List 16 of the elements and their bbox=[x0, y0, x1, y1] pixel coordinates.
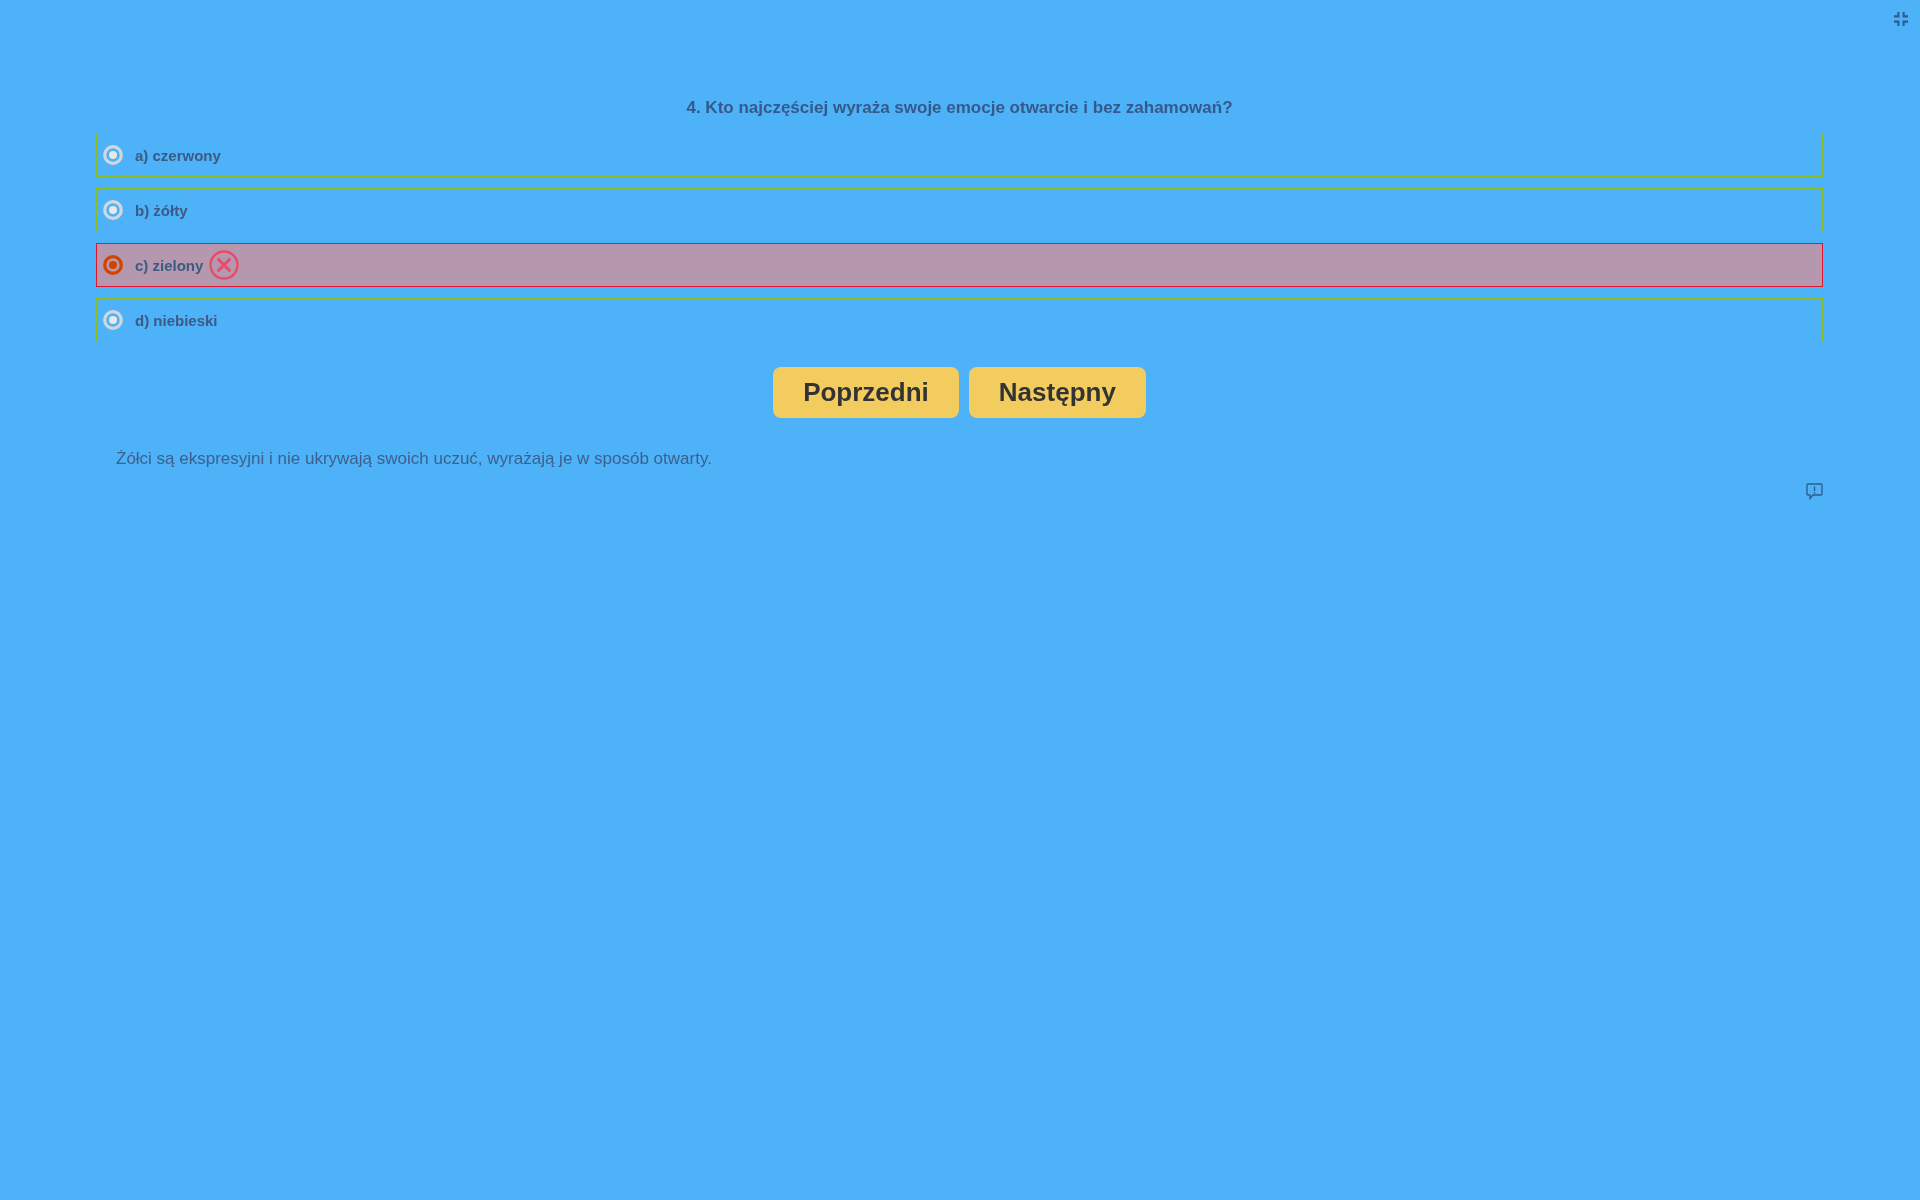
exit-fullscreen-icon[interactable] bbox=[1894, 12, 1908, 26]
question-text: 4. Kto najczęściej wyraża swoje emocje otwarcie i bez zahamowań? bbox=[685, 98, 1234, 118]
option-label: c) zielony bbox=[135, 256, 204, 274]
answer-option[interactable]: a) czerwony bbox=[96, 133, 1823, 177]
option-label: b) żółty bbox=[135, 201, 188, 219]
nav-button[interactable]: Następny bbox=[968, 367, 1146, 418]
answer-option[interactable]: b) żółty bbox=[96, 188, 1823, 232]
feedback-icon[interactable] bbox=[1806, 483, 1823, 500]
cross-circle-icon bbox=[209, 250, 240, 280]
option-label: a) czerwony bbox=[135, 146, 221, 164]
explanation-text: Żółci są ekspresyjni i nie ukrywają swoich uczuć, wyrażają je w sposób otwarty. bbox=[115, 448, 713, 470]
nav-button[interactable]: Poprzedni bbox=[773, 367, 959, 418]
answer-option[interactable]: c) zielony bbox=[96, 243, 1823, 287]
option-label: d) niebieski bbox=[135, 311, 218, 329]
answer-option[interactable]: d) niebieski bbox=[96, 298, 1823, 342]
radio-button[interactable] bbox=[103, 255, 123, 275]
